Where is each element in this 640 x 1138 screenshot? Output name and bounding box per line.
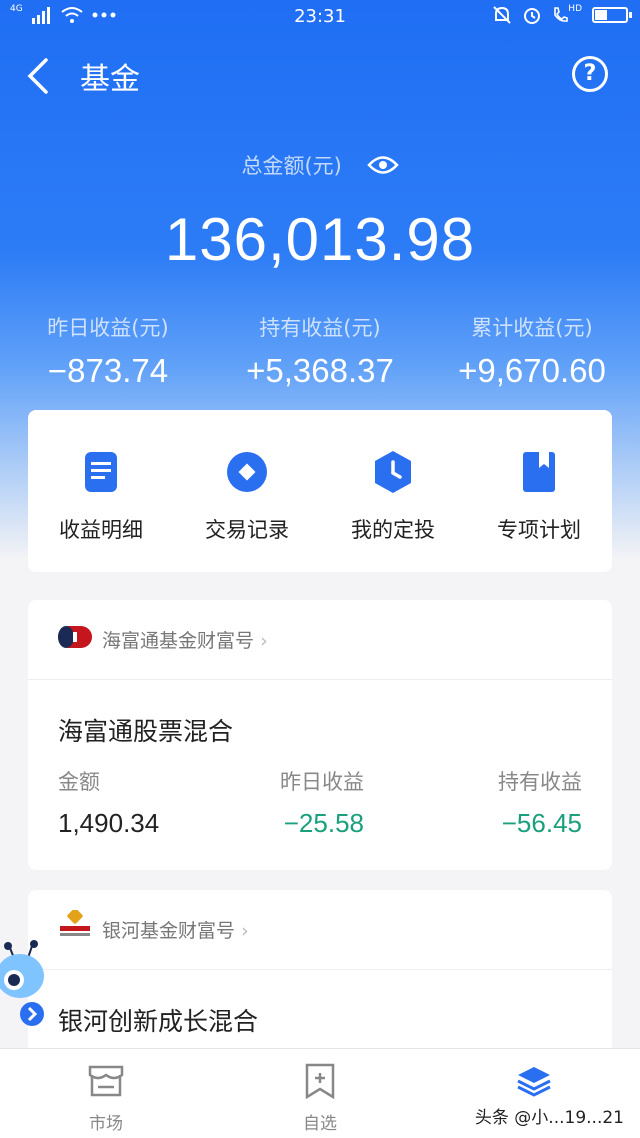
stat-holding: 持有收益(元) +5,368.37 xyxy=(220,312,420,390)
stat-label: 持有收益(元) xyxy=(259,316,381,340)
alarm-icon xyxy=(524,8,541,24)
quick-action-income-detail[interactable]: 收益明细 xyxy=(28,450,174,544)
haifutong-logo-icon xyxy=(58,626,92,648)
status-right: HD xyxy=(492,4,632,25)
stats-row: 昨日收益(元) −873.74 持有收益(元) +5,368.37 累计收益(元… xyxy=(0,312,640,392)
quick-action-label: 交易记录 xyxy=(205,518,289,542)
tab-label: 市场 xyxy=(89,1114,123,1134)
nav-bar: 基金 ? xyxy=(0,40,640,110)
stat-value: +5,368.37 xyxy=(246,352,394,389)
battery-icon xyxy=(592,7,632,23)
tab-market[interactable]: 市场 xyxy=(46,1063,166,1134)
quick-action-trade-records[interactable]: 交易记录 xyxy=(174,450,320,544)
document-icon xyxy=(85,452,117,492)
quick-action-label: 我的定投 xyxy=(351,518,435,542)
fund-holding-col: 持有收益 −56.45 xyxy=(498,766,582,839)
stat-value: +9,670.60 xyxy=(458,352,606,389)
fund-amount-label: 金额 xyxy=(58,770,100,794)
fund-name: 海富通股票混合 xyxy=(58,717,234,746)
fund-brand-row[interactable]: 海富通基金财富号 › xyxy=(28,600,612,680)
bookmark-icon xyxy=(523,452,555,492)
fund-yesterday-value: −25.58 xyxy=(283,808,364,838)
fund-holding-label: 持有收益 xyxy=(498,770,582,794)
chevron-right-icon: › xyxy=(241,920,249,942)
total-label-row: 总金额(元) xyxy=(0,150,640,180)
stat-cumulative: 累计收益(元) +9,670.60 xyxy=(432,312,632,390)
back-arrow-icon[interactable] xyxy=(22,56,56,96)
fund-amount: 1,490.34 xyxy=(58,808,160,838)
hd-call-icon xyxy=(554,7,569,22)
fund-brand-row[interactable]: 银河基金财富号 › xyxy=(28,890,612,970)
market-icon xyxy=(88,1065,124,1097)
fund-yesterday-label: 昨日收益 xyxy=(280,770,364,794)
stat-value: −873.74 xyxy=(47,352,169,389)
total-amount: 136,013.98 xyxy=(164,206,476,273)
quick-action-special-plans[interactable]: 专项计划 xyxy=(466,450,612,544)
eye-icon[interactable] xyxy=(366,154,399,176)
stat-label: 累计收益(元) xyxy=(471,316,593,340)
status-bar: 4G 23:31 HD xyxy=(0,0,640,34)
clock-icon xyxy=(375,451,411,493)
fund-card[interactable]: 银河基金财富号 › 银河创新成长混合 xyxy=(28,890,612,1070)
quick-actions-card: 收益明细 交易记录 我的定投 专项计划 xyxy=(28,410,612,572)
fund-name: 银河创新成长混合 xyxy=(58,1007,259,1036)
fund-brand-name[interactable]: 海富通基金财富号 › xyxy=(102,626,268,653)
fund-card[interactable]: 海富通基金财富号 › 海富通股票混合 金额 1,490.34 昨日收益 −25.… xyxy=(28,600,612,870)
record-icon xyxy=(227,452,267,492)
holdings-icon xyxy=(517,1067,551,1097)
quick-action-my-plans[interactable]: 我的定投 xyxy=(320,450,466,544)
page-title: 基金 xyxy=(80,62,140,97)
fund-brand-text: 海富通基金财富号 xyxy=(102,630,255,652)
chevron-right-icon: › xyxy=(260,630,268,652)
help-icon[interactable]: ? xyxy=(572,56,608,92)
stat-yesterday: 昨日收益(元) −873.74 xyxy=(8,312,208,390)
fund-brand-text: 银河基金财富号 xyxy=(102,920,236,942)
stat-label: 昨日收益(元) xyxy=(47,316,169,340)
fund-amount-col: 金额 1,490.34 xyxy=(58,766,159,839)
fund-yesterday-col: 昨日收益 −25.58 xyxy=(274,766,364,839)
mascot-icon[interactable] xyxy=(0,940,50,1030)
watchlist-icon xyxy=(305,1063,335,1100)
mute-bell-icon xyxy=(493,6,512,24)
quick-action-label: 专项计划 xyxy=(497,518,581,542)
total-label: 总金额(元) xyxy=(241,154,342,178)
galaxy-logo-icon xyxy=(60,910,90,936)
fund-holding-value: −56.45 xyxy=(501,808,582,838)
fund-brand-name[interactable]: 银河基金财富号 › xyxy=(102,916,249,943)
hd-badge: HD xyxy=(568,4,582,14)
tab-label: 自选 xyxy=(303,1114,337,1134)
tab-watchlist[interactable]: 自选 xyxy=(260,1063,380,1134)
quick-action-label: 收益明细 xyxy=(59,518,143,542)
watermark: 头条 @小...19...21 xyxy=(474,1108,624,1128)
